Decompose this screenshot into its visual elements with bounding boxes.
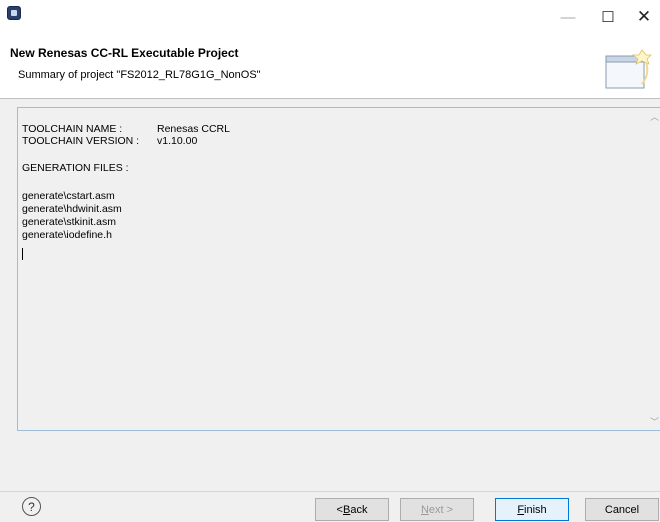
generation-file: generate\stkinit.asm <box>22 216 116 228</box>
close-button[interactable]: ✕ <box>628 0 660 34</box>
generation-file: generate\iodefine.h <box>22 229 112 241</box>
generation-file: generate\cstart.asm <box>22 190 115 202</box>
toolchain-name-label: TOOLCHAIN NAME : <box>22 123 123 135</box>
next-label: ext > <box>428 503 454 516</box>
generation-files-label: GENERATION FILES : <box>22 162 129 174</box>
wizard-banner-icon <box>605 49 652 89</box>
vertical-scrollbar[interactable]: ︿ ﹀ <box>648 108 660 430</box>
title-bar: — ☐ ✕ <box>0 0 660 34</box>
minimize-button[interactable]: — <box>548 0 588 34</box>
footer-separator <box>0 491 660 492</box>
back-label: ack <box>350 503 368 516</box>
cancel-label: Cancel <box>604 503 640 516</box>
help-icon: ? <box>28 499 35 514</box>
scroll-down-icon[interactable]: ﹀ <box>650 415 659 428</box>
generation-file: generate\hdwinit.asm <box>22 203 122 215</box>
back-mnemonic: B <box>342 503 351 516</box>
next-button[interactable]: Next > <box>400 498 474 521</box>
summary-textarea[interactable]: TOOLCHAIN NAME : Renesas CCRL TOOLCHAIN … <box>17 107 660 431</box>
finish-label: inish <box>524 503 547 516</box>
finish-mnemonic: F <box>517 503 525 516</box>
page-subtitle: Summary of project "FS2012_RL78G1G_NonOS… <box>18 69 261 81</box>
maximize-button[interactable]: ☐ <box>588 0 628 34</box>
scroll-up-icon[interactable]: ︿ <box>650 110 659 123</box>
toolchain-version-label: TOOLCHAIN VERSION : <box>22 135 140 147</box>
toolchain-name-value: Renesas CCRL <box>157 123 230 135</box>
page-title: New Renesas CC-RL Executable Project <box>10 46 239 60</box>
app-icon <box>7 6 21 20</box>
finish-button[interactable]: Finish <box>495 498 569 521</box>
back-button[interactable]: < Back <box>315 498 389 521</box>
wizard-header: New Renesas CC-RL Executable Project Sum… <box>0 34 660 99</box>
close-icon: ✕ <box>636 7 652 26</box>
next-mnemonic: N <box>420 503 429 516</box>
maximize-icon: ☐ <box>601 9 615 26</box>
minimize-icon: — <box>560 8 576 26</box>
toolchain-version-value: v1.10.00 <box>157 135 198 147</box>
help-button[interactable]: ? <box>22 497 41 516</box>
cancel-button[interactable]: Cancel <box>585 498 659 521</box>
text-caret <box>22 248 23 260</box>
